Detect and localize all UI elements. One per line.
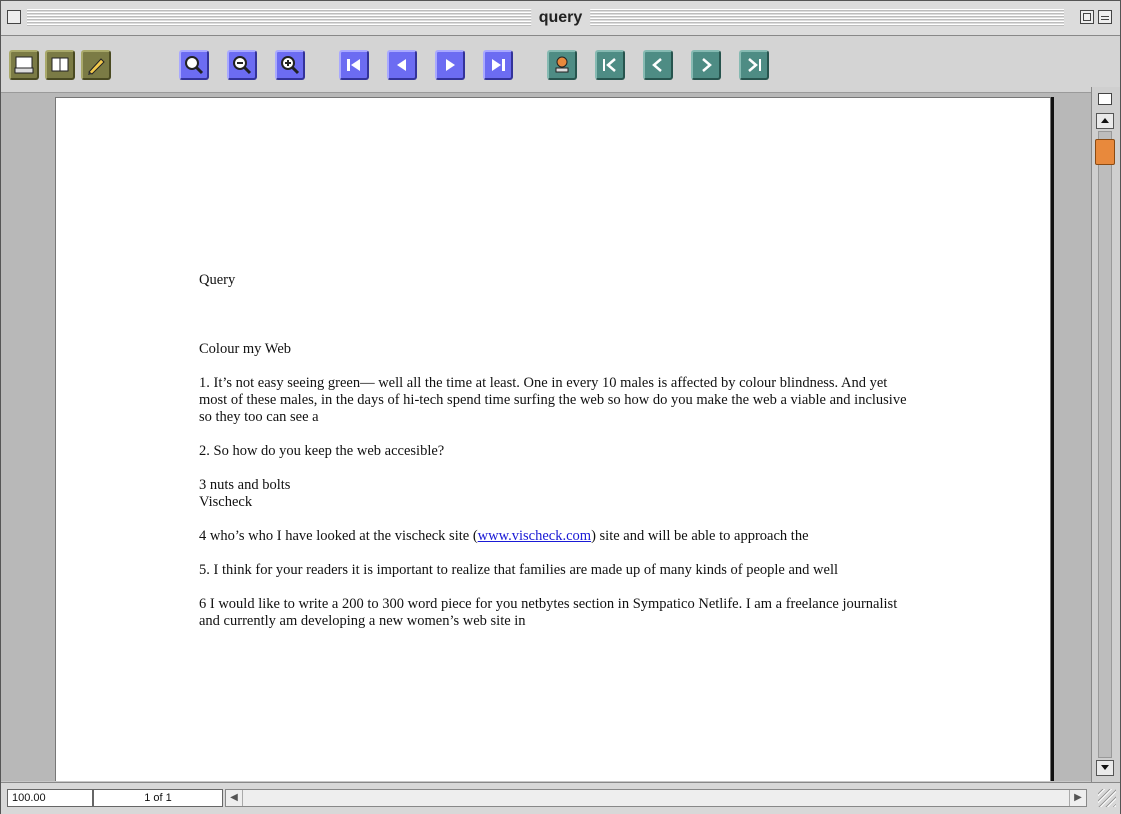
first-icon [599,54,621,76]
page-number-field[interactable]: 1 of 1 [93,789,223,807]
scroll-left-arrow-icon[interactable]: ◀ [226,790,243,806]
paragraph-5: 5. I think for your readers it is import… [199,562,839,578]
title-bar[interactable]: query [1,1,1120,36]
paragraph-3-line-2: Vischeck [199,494,253,510]
first-page-icon [343,54,365,76]
paragraph-4: 4 who’s who I have looked at the vischec… [199,528,919,545]
vertical-scrollbar[interactable] [1091,87,1120,782]
next-page-icon [439,54,461,76]
open-book-icon [49,54,71,76]
magnifier-icon [183,54,205,76]
print-button[interactable] [9,50,39,80]
resize-grip-icon[interactable] [1098,789,1116,807]
history-first-button[interactable] [595,50,625,80]
horizontal-scrollbar[interactable]: ◀ ▶ [225,789,1087,807]
document-title: Query [199,272,236,288]
forward-icon [695,54,717,76]
pencil-icon [85,54,107,76]
history-last-button[interactable] [739,50,769,80]
annotate-button[interactable] [81,50,111,80]
scroll-thumb[interactable] [1095,139,1115,165]
select-zoom-button[interactable] [179,50,209,80]
zoom-out-icon [231,54,253,76]
document-page: Query Colour my Web 1. It’s not easy see… [55,97,1051,781]
document-window: query Query Colour my Web 1. It’s not ea… [0,0,1121,814]
paragraph-4-text-end: ) site and will be able to approach the [591,528,809,544]
last-page-button[interactable] [483,50,513,80]
scroll-up-arrow-icon[interactable] [1096,113,1114,129]
status-bar: 100.00 1 of 1 ◀ ▶ [1,782,1120,814]
previous-page-button[interactable] [387,50,417,80]
zoom-box[interactable] [1080,10,1094,24]
toolbar [1,36,1120,93]
scroll-right-arrow-icon[interactable]: ▶ [1069,790,1086,806]
paragraph-4-text-start: 4 who’s who I have looked at the vischec… [199,528,478,544]
print-icon [13,54,35,76]
next-page-button[interactable] [435,50,465,80]
zoom-in-button[interactable] [275,50,305,80]
zoom-out-button[interactable] [227,50,257,80]
paragraph-2: 2. So how do you keep the web accesible? [199,443,445,459]
scroll-track[interactable] [1098,131,1112,758]
zoom-in-icon [279,54,301,76]
collapse-box[interactable] [1098,10,1112,24]
stamp-icon [551,54,573,76]
document-heading: Colour my Web [199,341,292,357]
last-icon [743,54,765,76]
last-page-icon [487,54,509,76]
vischeck-link[interactable]: www.vischeck.com [478,528,591,544]
scroll-down-arrow-icon[interactable] [1096,760,1114,776]
document-body: Query Colour my Web 1. It’s not easy see… [199,272,919,647]
document-viewport[interactable]: Query Colour my Web 1. It’s not easy see… [1,93,1091,781]
close-box[interactable] [7,10,21,24]
first-page-button[interactable] [339,50,369,80]
previous-page-icon [391,54,413,76]
back-icon [647,54,669,76]
window-title: query [530,8,591,28]
two-page-button[interactable] [45,50,75,80]
split-box[interactable] [1098,93,1112,105]
zoom-level-field[interactable]: 100.00 [7,789,93,807]
paragraph-6: 6 I would like to write a 200 to 300 wor… [199,596,898,629]
history-forward-button[interactable] [691,50,721,80]
stamp-button[interactable] [547,50,577,80]
paragraph-1: 1. It’s not easy seeing green— well all … [199,375,907,425]
history-back-button[interactable] [643,50,673,80]
paragraph-3-line-1: 3 nuts and bolts [199,477,291,493]
